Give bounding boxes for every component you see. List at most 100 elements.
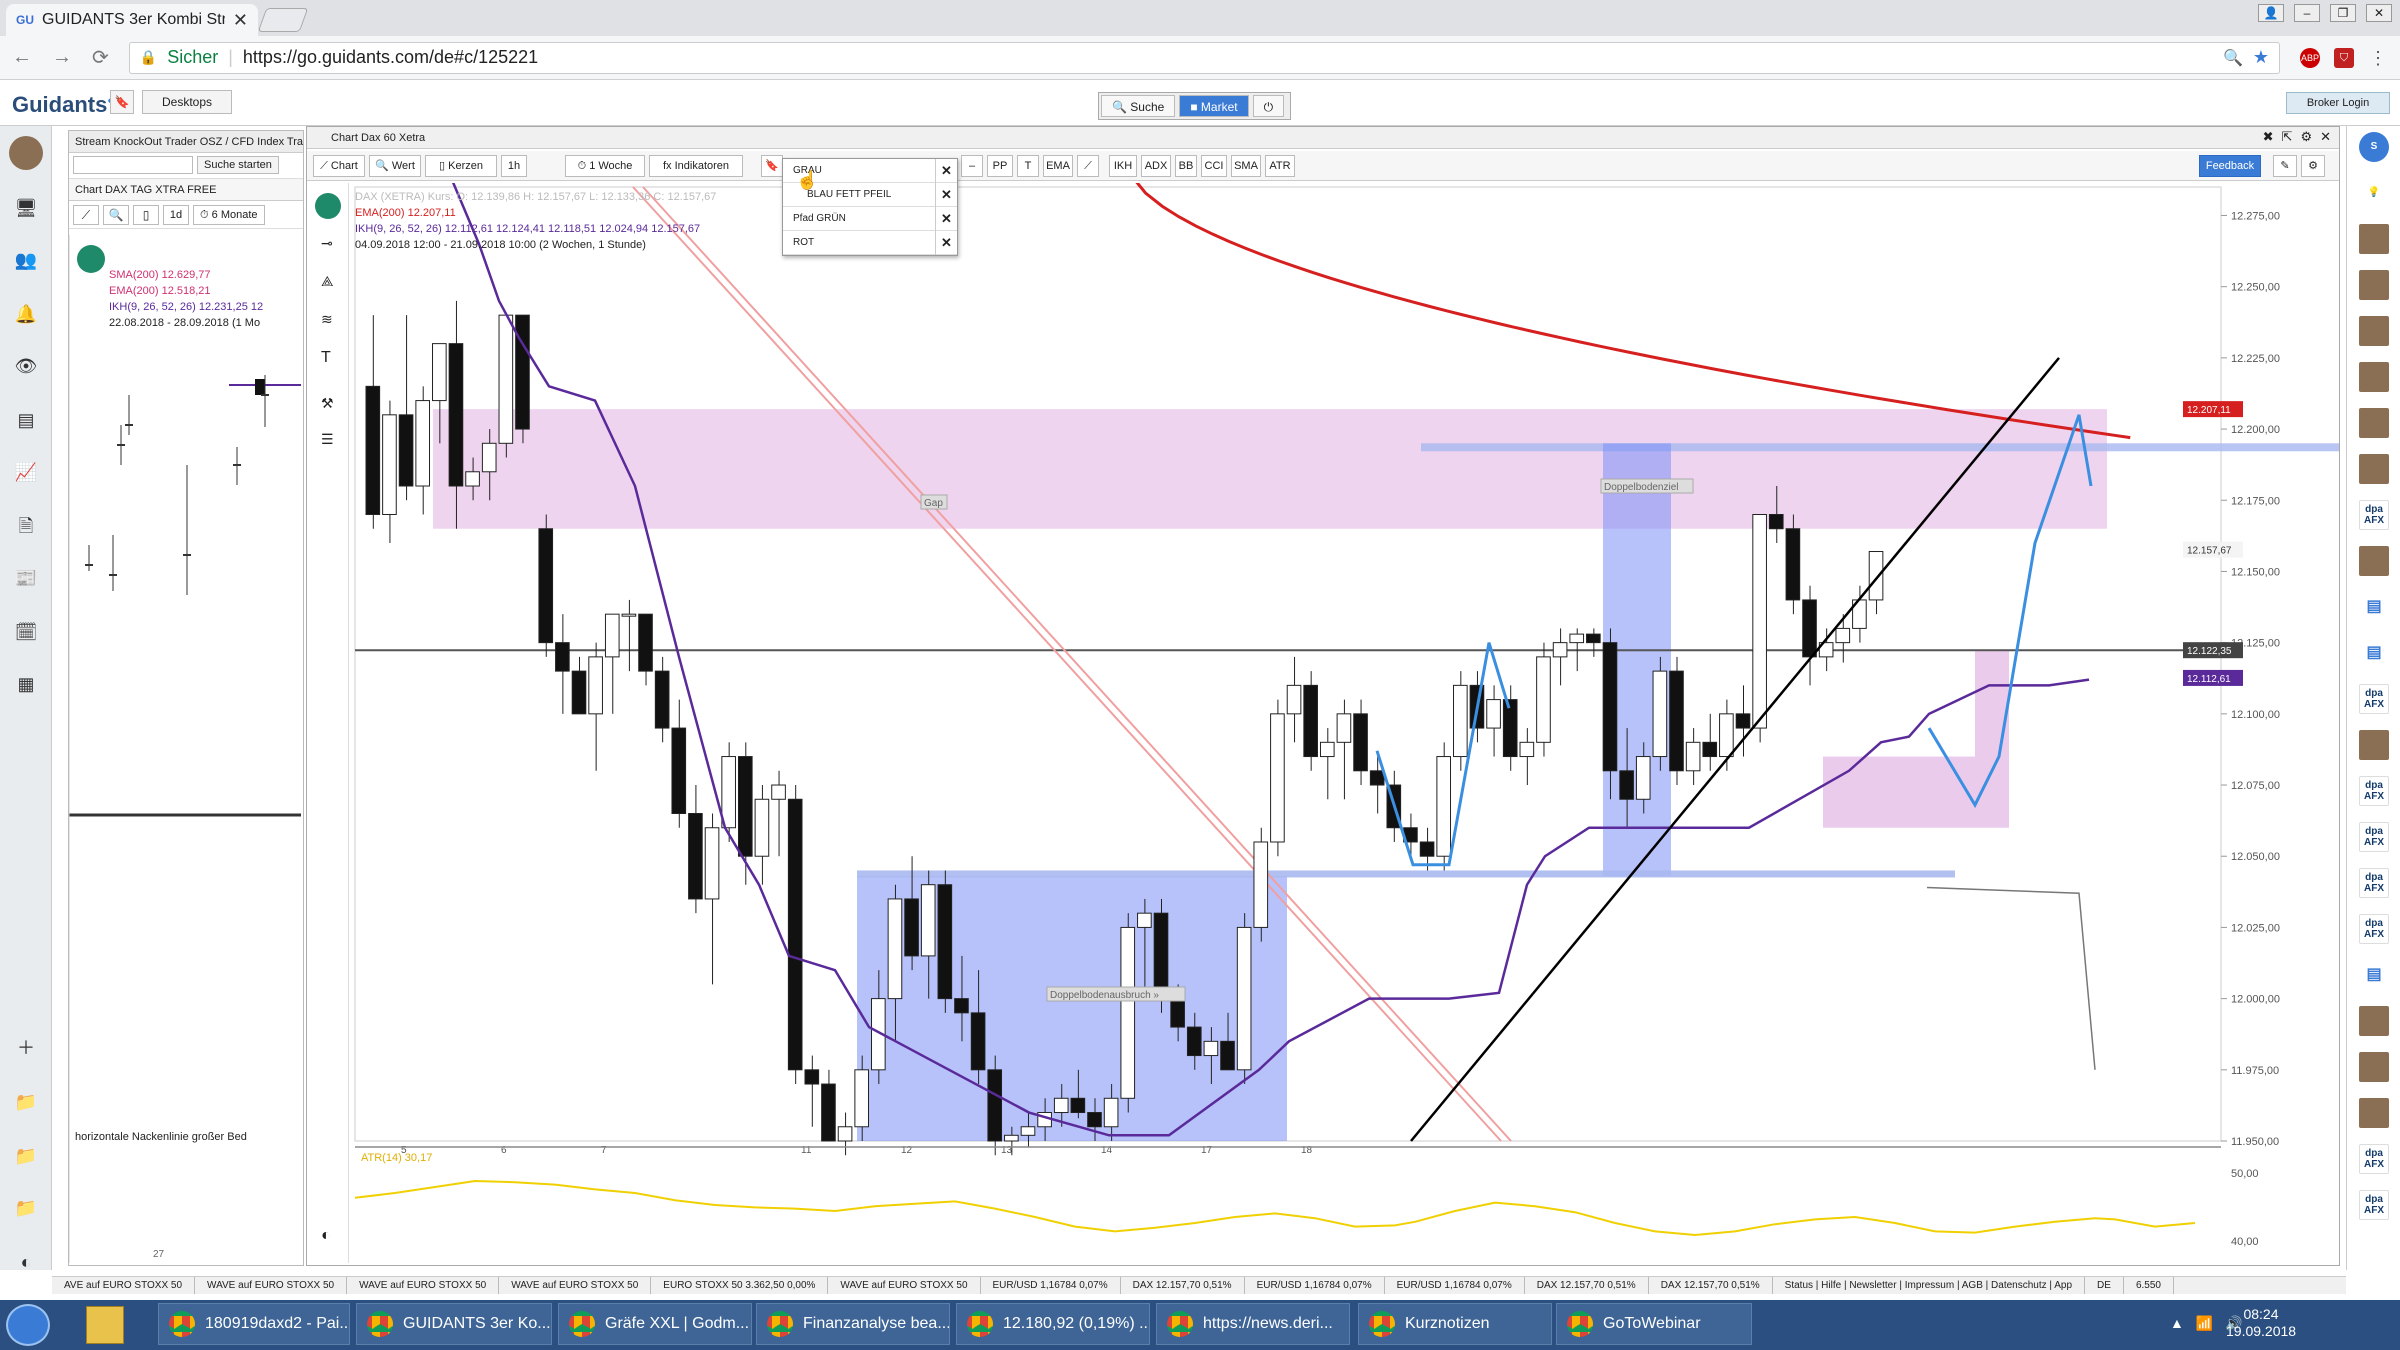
hline-tool-icon[interactable]: –: [961, 155, 983, 177]
restore-icon[interactable]: ❐: [2330, 4, 2356, 22]
contact-avatar[interactable]: [2359, 270, 2389, 300]
user-avatar[interactable]: [9, 136, 43, 170]
start-button[interactable]: [6, 1304, 50, 1346]
hline-icon[interactable]: ⊸: [321, 235, 333, 252]
folder-v-icon[interactable]: 📁: [14, 1196, 38, 1220]
ticker-item[interactable]: Status | Hilfe | Newsletter | Impressum …: [1773, 1277, 2086, 1294]
remove-icon[interactable]: ✕: [935, 231, 957, 255]
folder-f-icon[interactable]: 📁: [14, 1144, 38, 1168]
remove-icon[interactable]: ✕: [935, 159, 957, 183]
line-chart-icon[interactable]: 📈: [14, 460, 38, 484]
news-icon[interactable]: 📰: [14, 566, 38, 590]
search-button[interactable]: 🔍 Suche: [1101, 95, 1176, 117]
text-icon[interactable]: T: [321, 349, 331, 367]
taskbar-item[interactable]: 180919daxd2 - Pai...: [158, 1303, 350, 1345]
settings-icon[interactable]: ⚙: [2300, 129, 2312, 145]
guidants-logo[interactable]: Guidants●: [12, 92, 113, 118]
contact-avatar[interactable]: [2359, 454, 2389, 484]
ticker-item[interactable]: WAVE auf EURO STOXX 50: [828, 1277, 981, 1294]
desktops-button[interactable]: Desktops: [142, 90, 232, 114]
bb-button[interactable]: BB: [1175, 155, 1197, 177]
ticker-item[interactable]: WAVE auf EURO STOXX 50: [195, 1277, 348, 1294]
period-button[interactable]: 1d: [163, 205, 189, 225]
eye-icon[interactable]: 👁: [14, 354, 38, 378]
magnifier-icon[interactable]: 🔍: [103, 205, 129, 225]
dpa-afx-icon[interactable]: dpa AFX: [2359, 914, 2389, 944]
dpa-afx-icon[interactable]: dpa AFX: [2359, 1144, 2389, 1174]
notification-badge-icon[interactable]: S: [2359, 132, 2389, 162]
ticker-item[interactable]: DAX 12.157,70 0,51%: [1121, 1277, 1245, 1294]
zoom-icon[interactable]: 🔍: [2223, 48, 2243, 68]
text-tool-icon[interactable]: T: [1017, 155, 1039, 177]
fib-icon[interactable]: ≋: [321, 311, 333, 328]
chart-type-button[interactable]: ⟋ Chart: [313, 155, 365, 177]
ticker-item[interactable]: WAVE auf EURO STOXX 50: [347, 1277, 500, 1294]
document-icon[interactable]: ▤: [2359, 960, 2389, 990]
market-button[interactable]: ■ Market: [1179, 95, 1249, 117]
adx-button[interactable]: ADX: [1141, 155, 1171, 177]
taskbar-item[interactable]: https://news.deri...: [1156, 1303, 1350, 1345]
taskbar-item[interactable]: Finanzanalyse bea...: [756, 1303, 950, 1345]
line-chart-icon[interactable]: ⟋: [73, 205, 99, 225]
list-icon[interactable]: ☰: [321, 431, 334, 448]
ticker-item[interactable]: EUR/USD 1,16784 0,07%: [1245, 1277, 1385, 1294]
price-chart-canvas[interactable]: 12.275,00 12.250,00 12.225,00 12.200,00 12.1…: [349, 183, 2339, 1267]
theme-toggle-icon[interactable]: ◐: [14, 1250, 38, 1274]
new-tab-button[interactable]: [257, 8, 309, 32]
range-button[interactable]: ⏱ 1 Woche: [565, 155, 645, 177]
back-icon[interactable]: ←: [12, 46, 32, 69]
contrast-icon[interactable]: ◐: [321, 1227, 331, 1245]
shape-icon[interactable]: ⟁: [321, 273, 334, 290]
ticker-item[interactable]: EUR/USD 1,16784 0,07%: [981, 1277, 1121, 1294]
ticker-item[interactable]: DAX 12.157,70 0,51%: [1525, 1277, 1649, 1294]
contact-avatar[interactable]: [2359, 362, 2389, 392]
monitor-icon[interactable]: 🖥: [14, 196, 38, 220]
draw-tool-icon[interactable]: ⟋: [1077, 155, 1099, 177]
dpa-afx-icon[interactable]: dpa AFX: [2359, 868, 2389, 898]
stream-search-input[interactable]: [73, 156, 193, 174]
popout-icon[interactable]: ⇱: [2282, 129, 2293, 145]
dpa-afx-icon[interactable]: dpa AFX: [2359, 500, 2389, 530]
atr-button[interactable]: ATR: [1265, 155, 1295, 177]
ticker-item[interactable]: EUR/USD 1,16784 0,07%: [1385, 1277, 1525, 1294]
marker-icon[interactable]: 🔖: [761, 155, 783, 177]
ticker-item[interactable]: EURO STOXX 50 3.362,50 0,00%: [651, 1277, 829, 1294]
dpa-afx-icon[interactable]: dpa AFX: [2359, 776, 2389, 806]
wert-button[interactable]: 🔍 Wert: [369, 155, 421, 177]
close-window-icon[interactable]: ✕: [2366, 4, 2392, 22]
folder-a-icon[interactable]: 📁: [14, 1090, 38, 1114]
dropdown-item[interactable]: ROT ✕: [783, 231, 957, 255]
dpa-afx-icon[interactable]: dpa AFX: [2359, 684, 2389, 714]
lightbulb-icon[interactable]: 💡: [2359, 178, 2389, 208]
user-icon[interactable]: 👤: [2258, 4, 2284, 22]
pin-icon[interactable]: ✖: [2263, 129, 2274, 145]
indikatoren-button[interactable]: fx Indikatoren: [649, 155, 743, 177]
reload-icon[interactable]: ⟳: [92, 45, 109, 70]
taskbar-item[interactable]: Gräfe XXL | Godm...: [558, 1303, 752, 1345]
people-icon[interactable]: 👥: [14, 248, 38, 272]
bookmark-star-icon[interactable]: ★: [2253, 47, 2269, 68]
contact-avatar[interactable]: [2359, 546, 2389, 576]
close-tab-icon[interactable]: ✕: [233, 10, 248, 31]
menu-dots-icon[interactable]: ⋮: [2368, 48, 2388, 68]
remove-icon[interactable]: ✕: [935, 207, 957, 231]
feedback-button[interactable]: Feedback: [2199, 155, 2261, 177]
tools-icon[interactable]: ⚒: [321, 395, 334, 412]
search-start-button[interactable]: Suche starten: [197, 156, 279, 174]
network-icon[interactable]: 📶: [2196, 1315, 2213, 1332]
bookmark-icon[interactable]: 🔖: [110, 90, 134, 114]
pp-button[interactable]: PP: [987, 155, 1013, 177]
ticker-item[interactable]: 6.550: [2124, 1277, 2174, 1294]
dropdown-item[interactable]: Pfad GRÜN ✕: [783, 207, 957, 231]
document-icon[interactable]: ▤: [2359, 638, 2389, 668]
calendar-icon[interactable]: 🗓: [14, 620, 38, 644]
forward-icon[interactable]: →: [52, 46, 72, 69]
chart-settings-icon[interactable]: ⚙: [2301, 155, 2325, 177]
explorer-icon[interactable]: [86, 1306, 124, 1344]
ticker-item[interactable]: AVE auf EURO STOXX 50: [52, 1277, 196, 1294]
contact-avatar[interactable]: [2359, 1006, 2389, 1036]
browser-tab[interactable]: GU GUIDANTS 3er Kombi Str ✕: [6, 4, 258, 36]
ticker-item[interactable]: DE: [2085, 1277, 2124, 1294]
url-field[interactable]: 🔒 Sicher | https://go.guidants.com/de#c/…: [128, 41, 2280, 74]
document-icon[interactable]: ▤: [2359, 592, 2389, 622]
